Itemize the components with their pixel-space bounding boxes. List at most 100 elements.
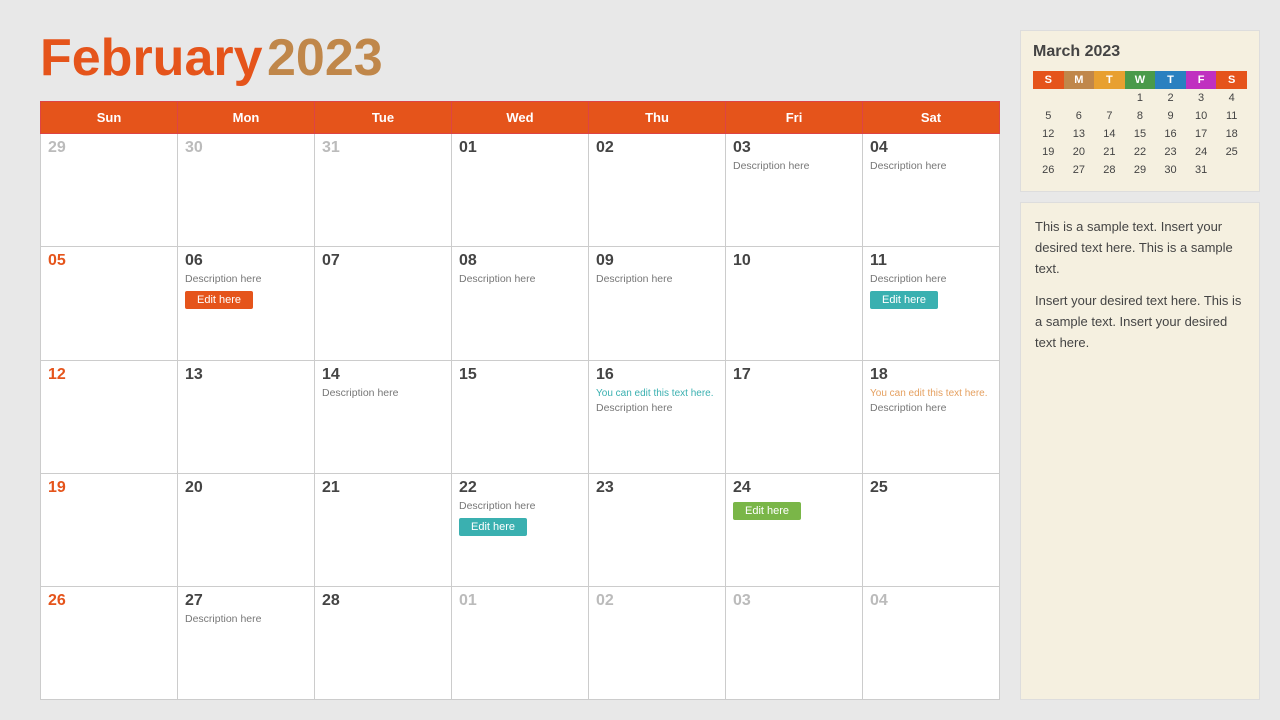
calendar-cell-2-3: 15 <box>452 360 589 473</box>
calendar-cell-1-5: 10 <box>726 247 863 360</box>
mini-cell-1-1: 6 <box>1064 107 1095 125</box>
calendar-cell-0-2: 31 <box>315 134 452 247</box>
mini-cell-1-2: 7 <box>1094 107 1125 125</box>
mini-cell-1-4: 9 <box>1155 107 1186 125</box>
mini-cell-4-4: 30 <box>1155 161 1186 179</box>
mini-calendar-box: March 2023 SMTWTFS 123456789101112131415… <box>1020 30 1260 192</box>
calendar-cell-2-1: 13 <box>178 360 315 473</box>
calendar-cell-2-5: 17 <box>726 360 863 473</box>
mini-cell-2-0: 12 <box>1033 125 1064 143</box>
calendar-row-4: 2627Description here2801020304 <box>41 586 1000 699</box>
calendar-cell-0-4: 02 <box>589 134 726 247</box>
day-number: 07 <box>322 252 444 270</box>
calendar-cell-4-3: 01 <box>452 586 589 699</box>
mini-cell-0-4: 2 <box>1155 89 1186 107</box>
mini-cal-title: March 2023 <box>1033 43 1247 61</box>
day-number: 04 <box>870 592 992 610</box>
day-number: 05 <box>48 252 170 270</box>
day-number: 27 <box>185 592 307 610</box>
day-number: 22 <box>459 479 581 497</box>
calendar-cell-1-6: 11Description hereEdit here <box>863 247 1000 360</box>
weekday-header-row: SunMonTueWedThuFriSat <box>41 102 1000 134</box>
mini-cal-header-w3: W <box>1125 71 1156 89</box>
day-number: 01 <box>459 592 581 610</box>
day-number: 28 <box>322 592 444 610</box>
mini-cell-1-0: 5 <box>1033 107 1064 125</box>
day-number: 17 <box>733 366 855 384</box>
day-number: 06 <box>185 252 307 270</box>
day-number: 26 <box>48 592 170 610</box>
title-month: February <box>40 29 263 87</box>
day-number: 02 <box>596 592 718 610</box>
day-number: 04 <box>870 139 992 157</box>
day-number: 10 <box>733 252 855 270</box>
cell-description: Description here <box>322 387 444 399</box>
day-number: 25 <box>870 479 992 497</box>
day-number: 21 <box>322 479 444 497</box>
cell-description: Description here <box>870 160 992 172</box>
mini-cell-3-5: 24 <box>1186 143 1217 161</box>
calendar-cell-2-4: 16You can edit this text here.Descriptio… <box>589 360 726 473</box>
mini-cell-3-6: 25 <box>1216 143 1247 161</box>
mini-cell-0-3: 1 <box>1125 89 1156 107</box>
calendar-cell-0-5: 03 Description here <box>726 134 863 247</box>
calendar-table: SunMonTueWedThuFriSat 293031010203Descri… <box>40 101 1000 700</box>
mini-cell-1-3: 8 <box>1125 107 1156 125</box>
mini-cell-2-4: 16 <box>1155 125 1186 143</box>
day-number: 01 <box>459 139 581 157</box>
edit-button-teal[interactable]: Edit here <box>870 291 938 309</box>
calendar-cell-3-3: 22Description hereEdit here <box>452 473 589 586</box>
calendar-row-1: 05 06 Description here Edit here 07 08Descrip… <box>41 247 1000 360</box>
weekday-sun: Sun <box>41 102 178 134</box>
sidebar-text-2: Insert your desired text here. This is a… <box>1035 291 1245 353</box>
cell-description: Description here <box>733 160 855 172</box>
calendar-cell-3-5: 24Edit here <box>726 473 863 586</box>
calendar-cell-1-0: 05 <box>41 247 178 360</box>
mini-cell-4-3: 29 <box>1125 161 1156 179</box>
calendar-body: 293031010203Description here04Descriptio… <box>41 134 1000 700</box>
day-number: 11 <box>870 252 992 270</box>
day-number: 03 <box>733 139 855 157</box>
weekday-wed: Wed <box>452 102 589 134</box>
mini-cell-3-3: 22 <box>1125 143 1156 161</box>
mini-cell-4-6 <box>1216 161 1247 179</box>
weekday-fri: Fri <box>726 102 863 134</box>
day-number: 08 <box>459 252 581 270</box>
calendar-cell-4-6: 04 <box>863 586 1000 699</box>
calendar-cell-4-4: 02 <box>589 586 726 699</box>
calendar-cell-3-0: 19 <box>41 473 178 586</box>
edit-button-teal[interactable]: Edit here <box>459 518 527 536</box>
page-title: February 2023 <box>40 30 1000 87</box>
sidebar: March 2023 SMTWTFS 123456789101112131415… <box>1020 30 1260 700</box>
day-number: 29 <box>48 139 170 157</box>
weekday-thu: Thu <box>589 102 726 134</box>
mini-cell-0-2 <box>1094 89 1125 107</box>
calendar-cell-2-0: 12 <box>41 360 178 473</box>
calendar-cell-3-2: 21 <box>315 473 452 586</box>
mini-cell-1-5: 10 <box>1186 107 1217 125</box>
mini-cell-4-2: 28 <box>1094 161 1125 179</box>
cell-description: Description here <box>185 273 307 285</box>
day-number: 23 <box>596 479 718 497</box>
mini-cal-header-s6: S <box>1216 71 1247 89</box>
calendar-cell-4-2: 28 <box>315 586 452 699</box>
calendar-cell-1-3: 08Description here <box>452 247 589 360</box>
calendar-cell-4-5: 03 <box>726 586 863 699</box>
title-year: 2023 <box>267 29 383 87</box>
calendar-cell-1-1: 06 Description here Edit here <box>178 247 315 360</box>
calendar-row-3: 19202122Description hereEdit here2324Edi… <box>41 473 1000 586</box>
can-edit-label-orange: You can edit this text here. <box>870 387 992 400</box>
weekday-mon: Mon <box>178 102 315 134</box>
calendar-cell-0-0: 29 <box>41 134 178 247</box>
mini-cal-header: SMTWTFS <box>1033 71 1247 89</box>
mini-cal-body: 1234567891011121314151617181920212223242… <box>1033 89 1247 179</box>
edit-button-green[interactable]: Edit here <box>733 502 801 520</box>
mini-cell-2-2: 14 <box>1094 125 1125 143</box>
edit-button-orange[interactable]: Edit here <box>185 291 253 309</box>
cell-description: Description here <box>596 402 718 414</box>
mini-cell-3-4: 23 <box>1155 143 1186 161</box>
mini-cell-4-1: 27 <box>1064 161 1095 179</box>
calendar-cell-0-3: 01 <box>452 134 589 247</box>
mini-cell-0-1 <box>1064 89 1095 107</box>
day-number: 09 <box>596 252 718 270</box>
